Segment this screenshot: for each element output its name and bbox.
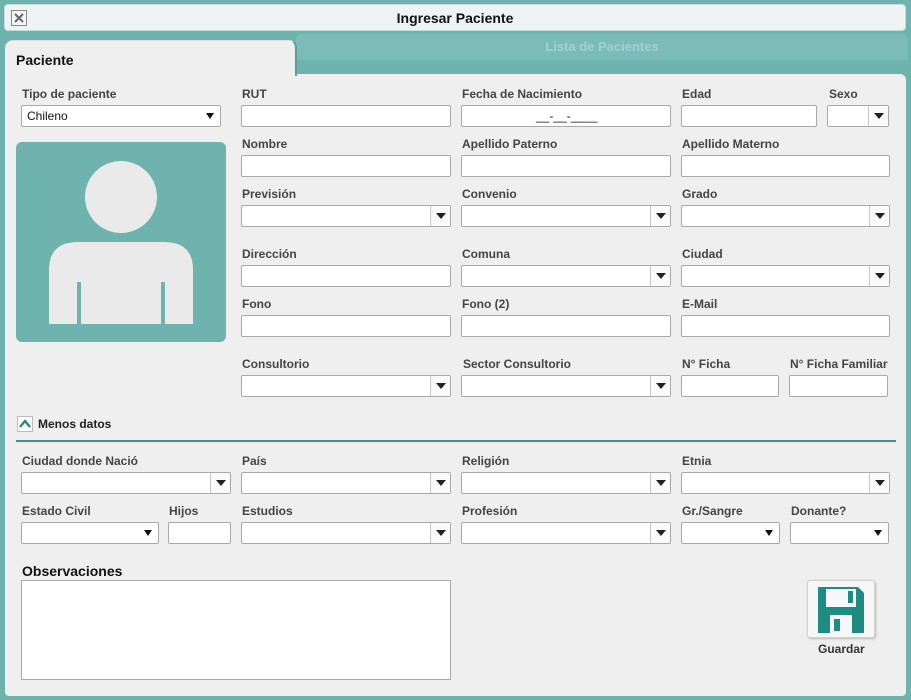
chevron-down-icon[interactable] [869, 473, 889, 493]
nombre-input[interactable] [241, 155, 451, 177]
sexo-select[interactable] [827, 105, 889, 127]
tipo-paciente-value: Chileno [27, 109, 68, 123]
prevision-select[interactable] [241, 205, 451, 227]
email-label: E-Mail [682, 297, 718, 311]
grado-label: Grado [682, 187, 718, 201]
hijos-input[interactable] [168, 522, 231, 544]
prevision-label: Previsión [242, 187, 297, 201]
religion-label: Religión [462, 454, 510, 468]
nombre-label: Nombre [242, 137, 288, 151]
chevron-down-icon[interactable] [868, 106, 888, 126]
chevron-down-icon [144, 530, 152, 536]
gr-sangre-label: Gr./Sangre [682, 504, 743, 518]
chevron-down-icon[interactable] [650, 473, 670, 493]
chevron-up-icon[interactable] [17, 416, 33, 432]
profesion-label: Profesión [462, 504, 518, 518]
chevron-down-icon[interactable] [430, 523, 450, 543]
user-silhouette-icon [49, 161, 193, 324]
email-input[interactable] [681, 315, 890, 337]
donante-select[interactable] [790, 522, 889, 544]
direccion-input[interactable] [241, 265, 451, 287]
estudios-label: Estudios [242, 504, 293, 518]
sexo-label: Sexo [829, 87, 858, 101]
donante-label: Donante? [791, 504, 847, 518]
consultorio-select[interactable] [241, 375, 451, 397]
section-divider [16, 440, 896, 442]
profesion-select[interactable] [461, 522, 671, 544]
chevron-down-icon [206, 113, 214, 119]
edad-input[interactable] [681, 105, 817, 127]
n-ficha-familiar-input[interactable] [789, 375, 888, 397]
chevron-down-icon[interactable] [869, 206, 889, 226]
fecha-nacimiento-input[interactable]: __-__-____ [461, 105, 671, 127]
chevron-down-icon[interactable] [210, 473, 230, 493]
avatar [16, 142, 226, 342]
chevron-down-icon[interactable] [650, 206, 670, 226]
ciudad-nacio-label: Ciudad donde Nació [22, 454, 139, 468]
n-ficha-input[interactable] [681, 375, 779, 397]
fono2-input[interactable] [461, 315, 671, 337]
chevron-down-icon[interactable] [869, 266, 889, 286]
tipo-paciente-select[interactable]: Chileno [21, 105, 221, 127]
chevron-down-icon [765, 530, 773, 536]
apellido-paterno-input[interactable] [461, 155, 671, 177]
direccion-label: Dirección [242, 247, 297, 261]
n-ficha-label: N° Ficha [682, 357, 731, 371]
chevron-down-icon[interactable] [430, 206, 450, 226]
comuna-label: Comuna [462, 247, 510, 261]
fecha-nacimiento-value: __-__-____ [536, 109, 598, 123]
save-button-label[interactable]: Guardar [818, 642, 865, 656]
menos-datos-toggle[interactable]: Menos datos [38, 417, 111, 431]
n-ficha-familiar-label: N° Ficha Familiar [790, 357, 888, 371]
apellido-paterno-label: Apellido Paterno [462, 137, 558, 151]
dialog-titlebar: Ingresar Paciente [4, 4, 906, 31]
chevron-down-icon[interactable] [430, 376, 450, 396]
fecha-nacimiento-label: Fecha de Nacimiento [462, 87, 583, 101]
chevron-down-icon [874, 530, 882, 536]
dialog-title: Ingresar Paciente [396, 10, 514, 26]
grado-select[interactable] [681, 205, 890, 227]
fono2-label: Fono (2) [462, 297, 510, 311]
estado-civil-select[interactable] [21, 522, 159, 544]
observaciones-label: Observaciones [22, 563, 123, 579]
fono-label: Fono [242, 297, 272, 311]
etnia-label: Etnia [682, 454, 712, 468]
comuna-select[interactable] [461, 265, 671, 287]
edad-label: Edad [682, 87, 712, 101]
tipo-paciente-label: Tipo de paciente [22, 87, 117, 101]
religion-select[interactable] [461, 472, 671, 494]
hijos-label: Hijos [169, 504, 199, 518]
fono-input[interactable] [241, 315, 451, 337]
chevron-down-icon[interactable] [650, 523, 670, 543]
etnia-select[interactable] [681, 472, 890, 494]
estado-civil-label: Estado Civil [22, 504, 91, 518]
sector-consultorio-label: Sector Consultorio [463, 357, 572, 371]
chevron-down-icon[interactable] [650, 376, 670, 396]
convenio-select[interactable] [461, 205, 671, 227]
consultorio-label: Consultorio [242, 357, 310, 371]
estudios-select[interactable] [241, 522, 451, 544]
floppy-disk-icon [818, 587, 864, 633]
observaciones-textarea[interactable] [21, 580, 451, 680]
ciudad-label: Ciudad [682, 247, 723, 261]
chevron-down-icon[interactable] [650, 266, 670, 286]
ciudad-nacio-select[interactable] [21, 472, 231, 494]
apellido-materno-label: Apellido Materno [682, 137, 780, 151]
tab-lista-pacientes[interactable]: Lista de Pacientes [296, 34, 908, 60]
convenio-label: Convenio [462, 187, 517, 201]
pais-select[interactable] [241, 472, 451, 494]
ciudad-select[interactable] [681, 265, 890, 287]
sector-consultorio-select[interactable] [461, 375, 671, 397]
apellido-materno-input[interactable] [681, 155, 890, 177]
save-button[interactable] [807, 580, 875, 638]
pais-label: País [242, 454, 267, 468]
chevron-down-icon[interactable] [430, 473, 450, 493]
gr-sangre-select[interactable] [681, 522, 780, 544]
rut-label: RUT [242, 87, 267, 101]
rut-input[interactable] [241, 105, 451, 127]
tab-paciente-label: Paciente [16, 52, 74, 68]
tab-paciente[interactable]: Paciente [5, 40, 297, 76]
